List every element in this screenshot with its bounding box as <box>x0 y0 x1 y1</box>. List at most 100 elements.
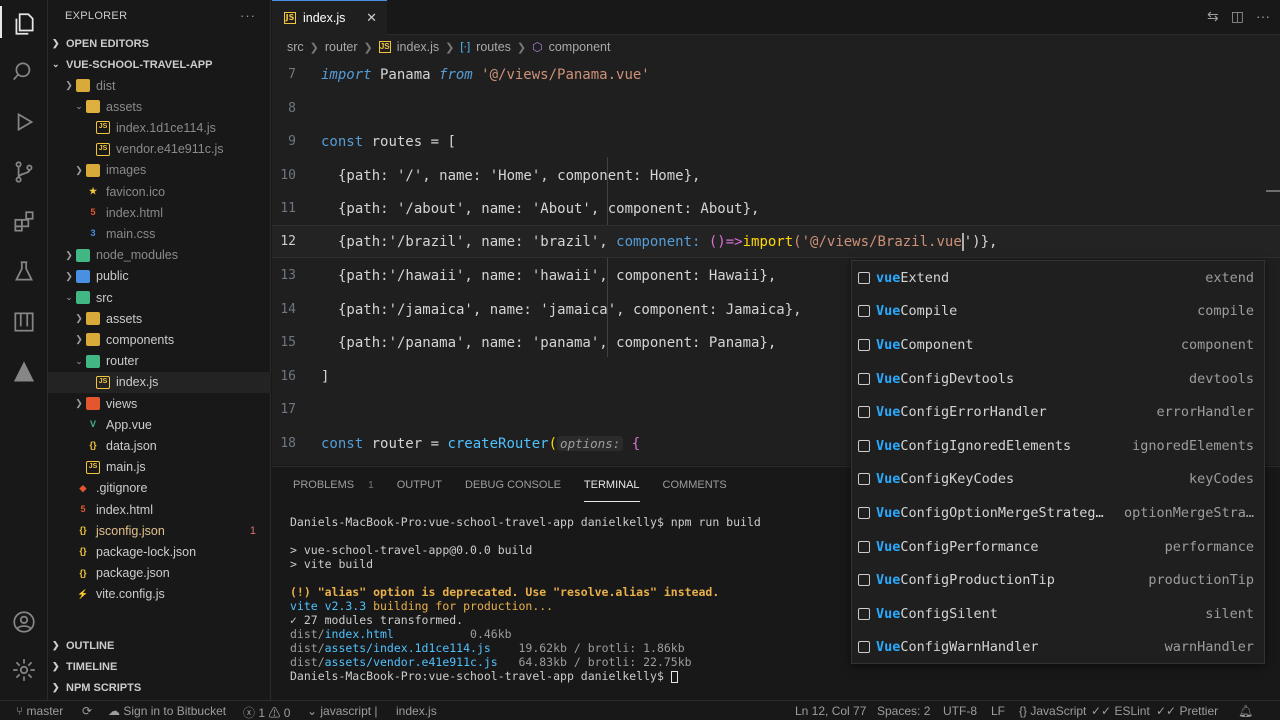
folder-row[interactable]: ❯ images <box>48 160 271 181</box>
folder-row[interactable]: ⌄ router <box>48 351 271 372</box>
breadcrumb-item[interactable]: index.js <box>397 40 439 54</box>
npm-scripts-section[interactable]: ❯ NPM SCRIPTS <box>48 677 271 698</box>
status-bar: ⑂ master ⟳ ☁ Sign in to Bitbucket ⓧ 1 ⚠ … <box>0 700 1280 720</box>
more-actions-icon[interactable]: ··· <box>1256 8 1270 25</box>
folder-row[interactable]: ❯ assets <box>48 308 271 329</box>
code-line[interactable]: 9 const routes = [ <box>272 125 1280 158</box>
file-row[interactable]: V App.vue <box>48 414 271 435</box>
line-number: 11 <box>280 201 296 216</box>
notifications-icon[interactable]: 🔔︎ <box>1238 704 1253 718</box>
suggestion-item[interactable]: VueConfigPerformance performance <box>852 530 1264 564</box>
line-number: 17 <box>280 402 296 417</box>
tab-debug-console[interactable]: DEBUG CONSOLE <box>465 469 561 501</box>
file-row[interactable]: 5 index.html <box>48 202 271 223</box>
vite-file-icon: ⚡ <box>77 588 89 599</box>
suggestion-detail: errorHandler <box>1156 404 1254 421</box>
encoding[interactable]: UTF-8 <box>943 704 977 718</box>
extensions-icon[interactable] <box>8 206 40 238</box>
folder-row[interactable]: ❯ components <box>48 329 271 350</box>
branch-status[interactable]: ⑂ master <box>16 704 63 718</box>
indentation[interactable]: Spaces: 2 <box>877 704 930 718</box>
azure-icon[interactable] <box>8 356 40 388</box>
suggestion-item[interactable]: VueConfigOptionMergeStrateg… optionMergeS… <box>852 496 1264 530</box>
code-line-current[interactable]: 12 {path:'/brazil', name: 'brazil', comp… <box>272 225 1280 258</box>
code-line[interactable]: 10 {path: '/', name: 'Home', component: … <box>272 159 1280 192</box>
code-token: ( <box>548 435 558 452</box>
suggestion-item[interactable]: VueConfigKeyCodes keyCodes <box>852 463 1264 497</box>
tab-problems[interactable]: PROBLEMS 1 <box>293 469 374 501</box>
file-row[interactable]: ◆ .gitignore <box>48 478 271 499</box>
language-mode[interactable]: {} JavaScript <box>1019 704 1086 718</box>
suggestion-item[interactable]: VueConfigIgnoredElements ignoredElements <box>852 429 1264 463</box>
prettier-status[interactable]: ✓✓ Prettier <box>1156 704 1218 718</box>
file-row[interactable]: {} package.json <box>48 563 271 584</box>
run-debug-icon[interactable] <box>8 106 40 138</box>
bitbucket-status[interactable]: ☁ Sign in to Bitbucket <box>108 704 226 718</box>
file-row[interactable]: {} jsconfig.json 1 <box>48 520 271 541</box>
suggestion-item[interactable]: VueConfigDevtools devtools <box>852 362 1264 396</box>
source-control-icon[interactable] <box>8 156 40 188</box>
folder-row[interactable]: ⌄ assets <box>48 96 271 117</box>
tab-terminal[interactable]: TERMINAL <box>583 469 640 502</box>
suggestion-item[interactable]: VueComponent component <box>852 328 1264 362</box>
folder-row[interactable]: ❯ node_modules <box>48 245 271 266</box>
project-section[interactable]: ⌄ VUE-SCHOOL-TRAVEL-APP <box>48 54 271 75</box>
line-number: 18 <box>280 436 296 451</box>
file-row[interactable]: JS vendor.e41e911c.js <box>48 139 271 160</box>
tab-output[interactable]: OUTPUT <box>397 469 442 501</box>
file-row[interactable]: 5 index.html <box>48 499 271 520</box>
suggestion-item[interactable]: vueExtend extend <box>852 261 1264 295</box>
suggestion-item[interactable]: VueCompile compile <box>852 295 1264 329</box>
explorer-icon[interactable] <box>8 8 40 40</box>
more-actions-icon[interactable]: ··· <box>240 8 256 23</box>
tab-index-js[interactable]: JS index.js ✕ <box>272 0 387 35</box>
open-changes-icon[interactable]: ⇆ <box>1207 8 1219 25</box>
tree-item-label: data.json <box>106 438 157 453</box>
file-row[interactable]: 3 main.css <box>48 223 271 244</box>
scrollbar-marker[interactable] <box>1266 190 1280 192</box>
suggestion-item[interactable]: VueConfigWarnHandler warnHandler <box>852 631 1264 665</box>
close-icon[interactable]: ✕ <box>366 10 377 26</box>
language-crumb[interactable]: ⌄ javascript | <box>307 704 378 718</box>
file-row[interactable]: JS main.js <box>48 457 271 478</box>
breadcrumb-item[interactable]: routes <box>476 40 511 54</box>
account-icon[interactable] <box>8 606 40 638</box>
file-crumb[interactable]: index.js <box>396 704 437 718</box>
tab-comments[interactable]: COMMENTS <box>663 469 727 501</box>
file-row[interactable]: JS index.js <box>48 371 271 393</box>
file-row[interactable]: {} package-lock.json <box>48 541 271 562</box>
eslint-status[interactable]: ✓✓ ESLint <box>1091 704 1150 718</box>
outline-section[interactable]: ❯ OUTLINE <box>48 635 271 656</box>
code-line[interactable]: 8 <box>272 92 1280 125</box>
breadcrumb-item[interactable]: component <box>549 40 611 54</box>
search-icon[interactable] <box>8 56 40 88</box>
cursor-position[interactable]: Ln 12, Col 77 <box>795 704 866 718</box>
file-row[interactable]: {} data.json <box>48 435 271 456</box>
remote-explorer-icon[interactable] <box>8 306 40 338</box>
suggestion-rest: Component <box>900 336 974 353</box>
suggestion-item[interactable]: VueConfigSilent silent <box>852 597 1264 631</box>
file-row[interactable]: ⚡ vite.config.js <box>48 584 271 605</box>
terminal-output[interactable]: Daniels-MacBook-Pro:vue-school-travel-ap… <box>290 515 761 683</box>
folder-row[interactable]: ❯ views <box>48 393 271 414</box>
file-row[interactable]: ★ favicon.ico <box>48 181 271 202</box>
open-editors-section[interactable]: ❯ OPEN EDITORS <box>48 33 271 54</box>
settings-gear-icon[interactable] <box>8 654 40 686</box>
timeline-section[interactable]: ❯ TIMELINE <box>48 656 271 677</box>
file-row[interactable]: JS index.1d1ce114.js <box>48 117 271 138</box>
breadcrumb-item[interactable]: router <box>325 40 358 54</box>
sync-icon[interactable]: ⟳ <box>82 704 92 718</box>
code-line[interactable]: 11 {path: '/about', name: 'About', compo… <box>272 192 1280 225</box>
split-editor-icon[interactable]: ◫ <box>1231 8 1244 25</box>
testing-icon[interactable] <box>8 256 40 288</box>
folder-row[interactable]: ⌄ src <box>48 287 271 308</box>
suggestion-item[interactable]: VueConfigErrorHandler errorHandler <box>852 395 1264 429</box>
breadcrumb-item[interactable]: src <box>287 40 304 54</box>
end-of-line[interactable]: LF <box>991 704 1005 718</box>
suggestion-item[interactable]: VueConfigProductionTip productionTip <box>852 563 1264 597</box>
folder-row[interactable]: ❯ dist <box>48 75 271 96</box>
autocomplete-suggestions[interactable]: vueExtend extend VueCompile compile VueCompo… <box>851 260 1265 664</box>
folder-row[interactable]: ❯ public <box>48 266 271 287</box>
code-line[interactable]: 7 import Panama from '@/views/Panama.vue… <box>272 58 1280 91</box>
problems-status[interactable]: ⓧ 1 ⚠ 0 <box>243 704 290 720</box>
